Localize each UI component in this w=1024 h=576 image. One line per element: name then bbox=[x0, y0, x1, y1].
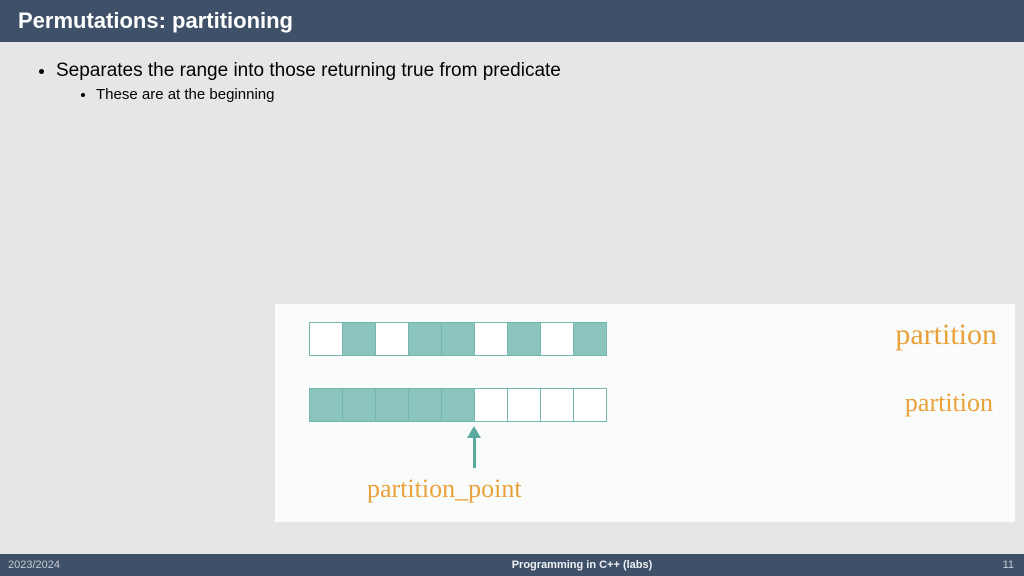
array-cell bbox=[540, 388, 574, 422]
array-cell bbox=[342, 322, 376, 356]
slide: Permutations: partitioning Separates the… bbox=[0, 0, 1024, 576]
array-cell bbox=[408, 388, 442, 422]
footer-course: Programming in C++ (labs) bbox=[200, 559, 964, 571]
array-cell bbox=[540, 322, 574, 356]
bullet-level2: These are at the beginning bbox=[96, 86, 994, 103]
array-cell bbox=[375, 388, 409, 422]
label-partition-top: partition bbox=[895, 318, 997, 352]
bullet-level1: Separates the range into those returning… bbox=[56, 60, 994, 103]
bullet-text: Separates the range into those returning… bbox=[56, 60, 561, 81]
array-cell bbox=[474, 322, 508, 356]
bullet-text: These are at the beginning bbox=[96, 86, 274, 103]
array-cell bbox=[573, 322, 607, 356]
array-cell bbox=[408, 322, 442, 356]
array-row-before bbox=[309, 322, 606, 356]
slide-footer: 2023/2024 Programming in C++ (labs) 11 bbox=[0, 554, 1024, 576]
label-partition-bottom: partition bbox=[905, 388, 993, 418]
slide-title: Permutations: partitioning bbox=[18, 8, 293, 34]
slide-title-bar: Permutations: partitioning bbox=[0, 0, 1024, 42]
array-cell bbox=[507, 322, 541, 356]
arrow-head-icon bbox=[467, 426, 481, 438]
footer-page-number: 11 bbox=[964, 559, 1024, 571]
array-cell bbox=[573, 388, 607, 422]
slide-body: Separates the range into those returning… bbox=[0, 42, 1024, 103]
array-cell bbox=[474, 388, 508, 422]
array-cell bbox=[441, 322, 475, 356]
array-cell bbox=[507, 388, 541, 422]
array-row-after bbox=[309, 388, 606, 422]
arrow-line-icon bbox=[473, 438, 476, 468]
array-cell bbox=[375, 322, 409, 356]
array-cell bbox=[309, 322, 343, 356]
array-cell bbox=[342, 388, 376, 422]
arrow-partition-point bbox=[467, 426, 481, 468]
array-cell bbox=[309, 388, 343, 422]
footer-year: 2023/2024 bbox=[0, 559, 200, 571]
array-cell bbox=[441, 388, 475, 422]
label-partition-point: partition_point bbox=[367, 474, 522, 504]
diagram-panel: partition partition partition_point bbox=[275, 304, 1015, 522]
